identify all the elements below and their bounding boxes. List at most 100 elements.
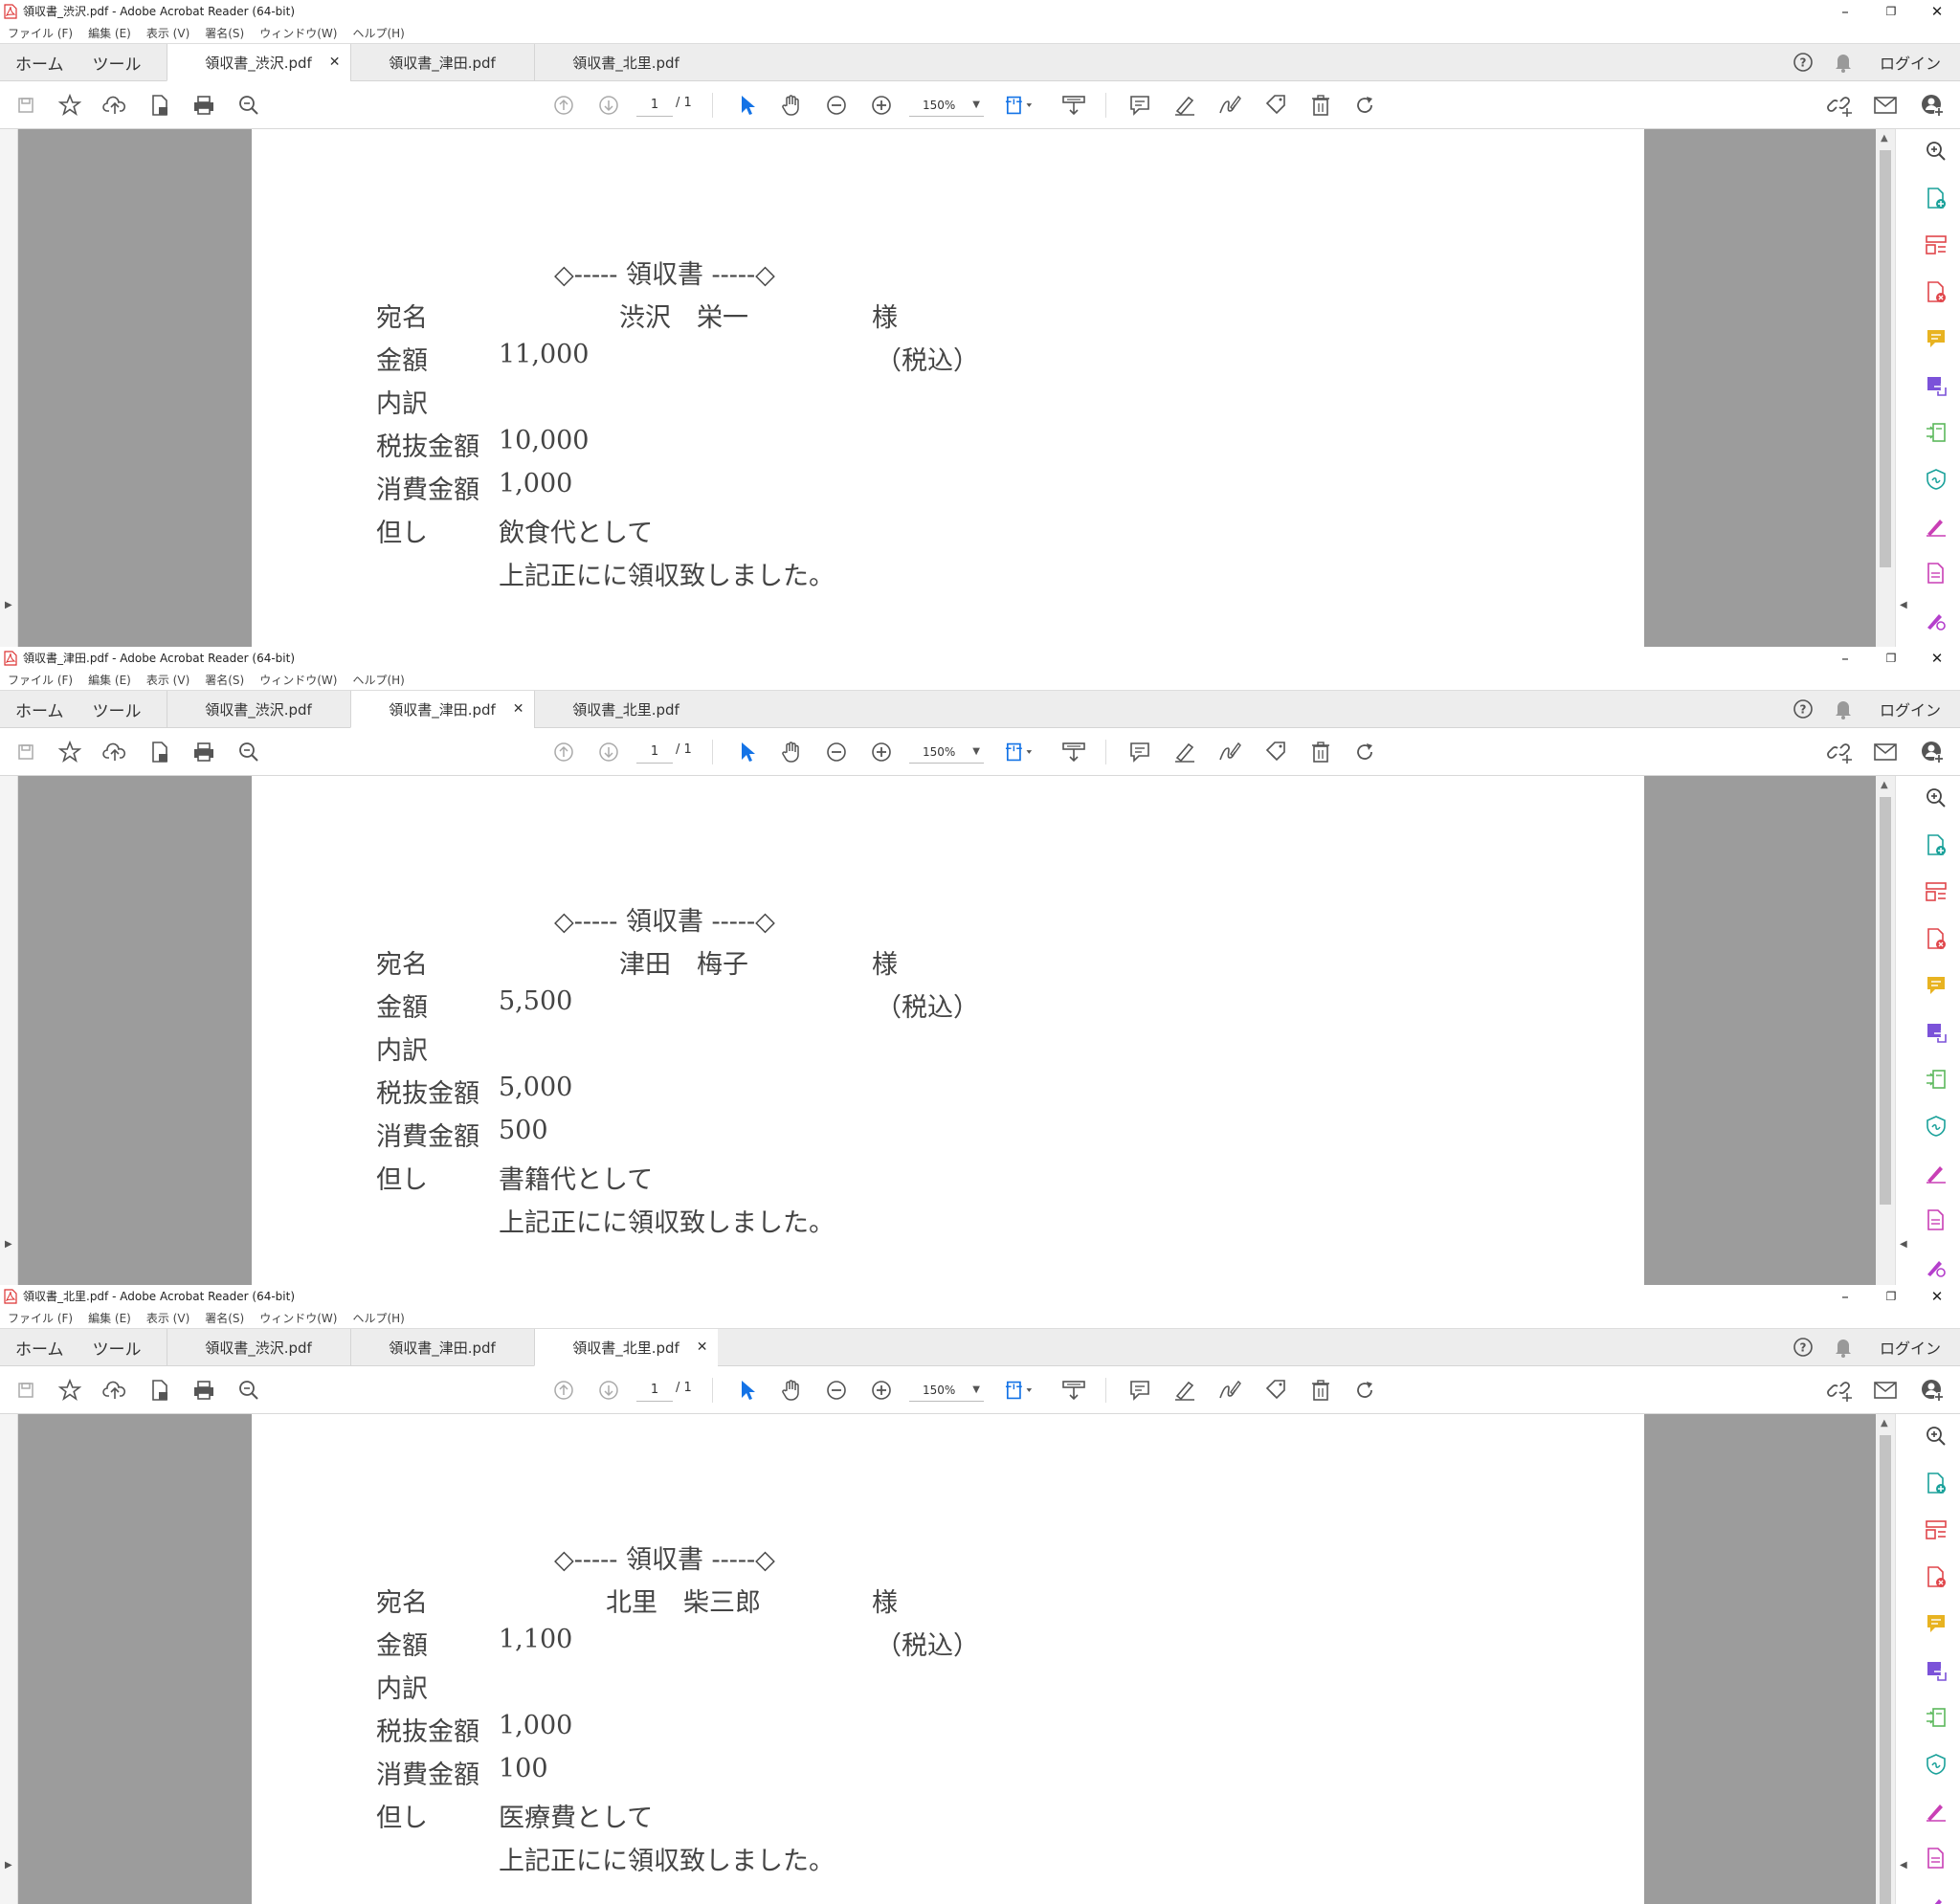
login-button[interactable]: ログイン bbox=[1880, 51, 1941, 74]
close-tab-icon[interactable]: ✕ bbox=[513, 701, 524, 717]
scroll-mode-icon[interactable] bbox=[1059, 1376, 1088, 1405]
account-icon[interactable] bbox=[1918, 91, 1947, 120]
export-pdf-icon[interactable] bbox=[1924, 1658, 1949, 1683]
signature-icon[interactable] bbox=[1924, 1893, 1949, 1904]
right-pane-toggle[interactable]: ◀ bbox=[1895, 1414, 1912, 1904]
zoom-in-button-icon[interactable] bbox=[867, 1376, 896, 1405]
scroll-up-icon[interactable]: ▲ bbox=[1881, 1418, 1888, 1428]
left-panel-toggle[interactable]: ▶ bbox=[0, 776, 18, 1285]
menu-item-4[interactable]: ウィンドウ(W) bbox=[259, 25, 337, 41]
signature-icon[interactable] bbox=[1924, 1254, 1949, 1279]
print-icon[interactable] bbox=[189, 91, 218, 120]
menu-item-1[interactable]: 編集 (E) bbox=[88, 25, 131, 41]
document-tab-1[interactable]: 領収書_渋沢.pdf ✕ bbox=[166, 44, 350, 81]
zoom-out-icon[interactable] bbox=[822, 1376, 851, 1405]
menu-item-4[interactable]: ウィンドウ(W) bbox=[259, 672, 337, 688]
fill-sign-icon[interactable] bbox=[1924, 1161, 1949, 1185]
find-icon[interactable] bbox=[234, 1376, 263, 1405]
help-icon[interactable]: ? bbox=[1792, 697, 1815, 720]
fit-page-icon[interactable] bbox=[1005, 738, 1034, 766]
zoom-in-icon[interactable] bbox=[1924, 139, 1949, 164]
menu-item-3[interactable]: 署名(S) bbox=[205, 25, 244, 41]
share-link-icon[interactable] bbox=[1826, 1376, 1855, 1405]
email-icon[interactable] bbox=[1871, 91, 1900, 120]
fit-page-icon[interactable] bbox=[1005, 91, 1034, 120]
email-icon[interactable] bbox=[1871, 1376, 1900, 1405]
protect-icon[interactable] bbox=[1924, 467, 1949, 492]
delete-icon[interactable] bbox=[1306, 91, 1335, 120]
prev-page-icon[interactable] bbox=[549, 738, 578, 766]
minimize-button[interactable]: – bbox=[1822, 647, 1868, 669]
menu-item-1[interactable]: 編集 (E) bbox=[88, 672, 131, 688]
sign-icon[interactable] bbox=[1215, 91, 1244, 120]
next-page-icon[interactable] bbox=[594, 738, 623, 766]
scroll-mode-icon[interactable] bbox=[1059, 91, 1088, 120]
protect-icon[interactable] bbox=[1924, 1114, 1949, 1139]
save-icon[interactable] bbox=[11, 1376, 40, 1405]
prev-page-icon[interactable] bbox=[549, 1376, 578, 1405]
document-tab-3[interactable]: 領収書_北里.pdf bbox=[533, 44, 718, 80]
file-protect-icon[interactable] bbox=[145, 738, 174, 766]
rotate-icon[interactable] bbox=[1350, 91, 1379, 120]
tools-tab[interactable]: ツール bbox=[78, 1329, 167, 1365]
menu-item-2[interactable]: 表示 (V) bbox=[146, 1310, 189, 1326]
save-icon[interactable] bbox=[11, 91, 40, 120]
menu-item-0[interactable]: ファイル (F) bbox=[8, 25, 73, 41]
right-pane-toggle[interactable]: ◀ bbox=[1895, 129, 1912, 647]
protect-icon[interactable] bbox=[1924, 1752, 1949, 1777]
vertical-scrollbar[interactable]: ▲ bbox=[1876, 1414, 1895, 1904]
scroll-thumb[interactable] bbox=[1880, 1435, 1891, 1904]
account-icon[interactable] bbox=[1918, 1376, 1947, 1405]
menu-item-2[interactable]: 表示 (V) bbox=[146, 25, 189, 41]
zoom-level-select[interactable]: 150% ▼ bbox=[909, 741, 984, 764]
document-tab-2[interactable]: 領収書_津田.pdf bbox=[349, 1329, 534, 1365]
zoom-in-icon[interactable] bbox=[1924, 786, 1949, 810]
signature-icon[interactable] bbox=[1924, 608, 1949, 632]
home-tab[interactable]: ホーム bbox=[0, 44, 78, 80]
vertical-scrollbar[interactable]: ▲ bbox=[1876, 776, 1895, 1285]
find-icon[interactable] bbox=[234, 91, 263, 120]
notification-bell-icon[interactable] bbox=[1832, 1336, 1855, 1359]
export-pdf-icon[interactable] bbox=[1924, 1020, 1949, 1045]
zoom-out-icon[interactable] bbox=[822, 738, 851, 766]
add-comment-icon[interactable] bbox=[1125, 91, 1154, 120]
zoom-level-select[interactable]: 150% ▼ bbox=[909, 94, 984, 117]
scroll-mode-icon[interactable] bbox=[1059, 738, 1088, 766]
right-pane-toggle[interactable]: ◀ bbox=[1895, 776, 1912, 1285]
close-tab-icon[interactable]: ✕ bbox=[697, 1339, 708, 1355]
close-window-button[interactable]: ✕ bbox=[1914, 0, 1960, 22]
left-panel-toggle[interactable]: ▶ bbox=[0, 1414, 18, 1904]
menu-item-5[interactable]: ヘルプ(H) bbox=[352, 1310, 404, 1326]
fit-page-icon[interactable] bbox=[1005, 1376, 1034, 1405]
zoom-level-select[interactable]: 150% ▼ bbox=[909, 1379, 984, 1402]
sign-icon[interactable] bbox=[1215, 738, 1244, 766]
account-icon[interactable] bbox=[1918, 738, 1947, 766]
file-protect-icon[interactable] bbox=[145, 1376, 174, 1405]
minimize-button[interactable]: – bbox=[1822, 0, 1868, 22]
restore-button[interactable]: ❐ bbox=[1868, 0, 1914, 22]
delete-icon[interactable] bbox=[1306, 1376, 1335, 1405]
home-tab[interactable]: ホーム bbox=[0, 691, 78, 727]
find-icon[interactable] bbox=[234, 738, 263, 766]
scroll-up-icon[interactable]: ▲ bbox=[1881, 780, 1888, 790]
email-icon[interactable] bbox=[1871, 738, 1900, 766]
prev-page-icon[interactable] bbox=[549, 91, 578, 120]
compress-pdf-icon[interactable] bbox=[1924, 1705, 1949, 1730]
add-comment-icon[interactable] bbox=[1125, 738, 1154, 766]
notification-bell-icon[interactable] bbox=[1832, 697, 1855, 720]
left-panel-toggle[interactable]: ▶ bbox=[0, 129, 18, 647]
menu-item-5[interactable]: ヘルプ(H) bbox=[352, 25, 404, 41]
rotate-icon[interactable] bbox=[1350, 738, 1379, 766]
notification-bell-icon[interactable] bbox=[1832, 51, 1855, 74]
rotate-icon[interactable] bbox=[1350, 1376, 1379, 1405]
menu-item-3[interactable]: 署名(S) bbox=[205, 672, 244, 688]
menu-item-4[interactable]: ウィンドウ(W) bbox=[259, 1310, 337, 1326]
select-tool-icon[interactable] bbox=[733, 1376, 762, 1405]
compress-pdf-icon[interactable] bbox=[1924, 420, 1949, 445]
edit-pdf-icon[interactable] bbox=[1924, 926, 1949, 951]
document-icon[interactable] bbox=[1924, 1846, 1949, 1871]
file-protect-icon[interactable] bbox=[145, 91, 174, 120]
organize-pages-icon[interactable] bbox=[1924, 232, 1949, 257]
highlight-pen-icon[interactable] bbox=[1170, 91, 1199, 120]
menu-item-0[interactable]: ファイル (F) bbox=[8, 672, 73, 688]
